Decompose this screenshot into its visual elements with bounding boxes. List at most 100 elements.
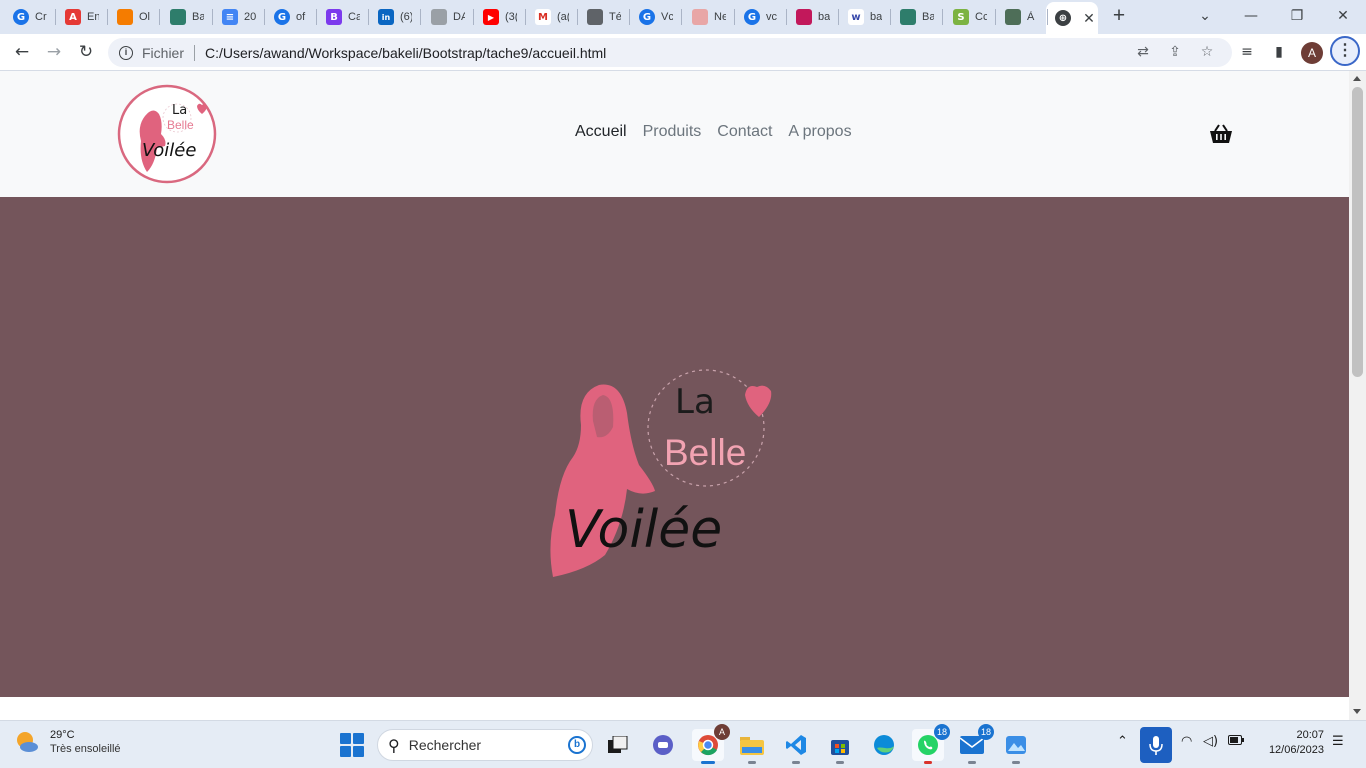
share-icon[interactable]: ⇪ [1164,38,1186,67]
start-button[interactable] [340,733,364,757]
tab-title: En [87,11,99,23]
mail-icon[interactable]: 18 [956,724,994,764]
tab-title: of [296,11,306,23]
address-bar[interactable]: i Fichier C:/Users/awand/Workspace/bakel… [108,38,1232,67]
brand-logo[interactable]: La Belle Voilée [117,84,217,184]
tab-13[interactable]: G Vc [630,3,680,31]
cloud-icon [117,9,133,25]
tab-title: Té [609,11,621,23]
tab-1[interactable]: G Cr [4,3,54,31]
close-tab-icon[interactable]: ✕ [1081,10,1097,27]
clock-date: 12/06/2023 [1268,744,1324,756]
tab-title: Ne [714,11,726,23]
vscode-indicator [792,761,800,764]
tab-2[interactable]: A En [56,3,106,31]
whatsapp-icon[interactable]: 18 [912,724,950,764]
profile-avatar[interactable]: A [1301,42,1323,64]
tab-9[interactable]: DA [422,3,472,31]
media-controls-icon[interactable]: ≡ [1236,41,1258,63]
chrome-profile-badge: A [714,724,730,740]
volume-icon[interactable]: ◁) [1203,734,1218,749]
tag-icon [796,9,812,25]
translate-icon[interactable]: ⇄ [1132,38,1154,67]
google-icon: G [639,9,655,25]
tab-11[interactable]: M (a( [526,3,576,31]
photos-icon[interactable] [1000,729,1032,764]
tab-8[interactable]: in (6) [369,3,419,31]
google-icon: G [274,9,290,25]
globe-icon: ⊕ [1055,10,1071,26]
weather-widget[interactable]: 29°C Très ensoleillé [14,729,121,755]
restore-button[interactable]: ❐ [1284,4,1310,28]
chrome-menu-button[interactable]: ⋮ [1330,36,1360,66]
tab-active[interactable]: ⊕ ✕ [1046,2,1098,34]
back-button[interactable]: ← [10,40,34,64]
chrome-icon[interactable]: A [692,724,730,764]
tab-19[interactable]: S Cc [944,3,994,31]
page-viewport: La Belle Voilée Accueil Produits Contact A … [0,71,1366,720]
hero-brand-logo: La Belle Voilée [550,369,772,577]
page-scrollbar[interactable] [1349,71,1366,720]
tab-title: DA [453,11,465,23]
tab-15[interactable]: Gvc [735,3,785,31]
wix-icon: w [848,9,864,25]
bing-icon[interactable]: b [568,736,586,754]
tab-16[interactable]: ba [787,3,837,31]
nav-link-produits[interactable]: Produits [643,123,702,141]
tree-icon [1005,9,1021,25]
minimize-button[interactable]: — [1238,4,1264,28]
scroll-down-icon[interactable] [1353,709,1361,714]
wifi-icon[interactable]: ◠ [1181,734,1192,749]
bookmark-star-icon[interactable]: ☆ [1196,38,1218,67]
nav-link-accueil[interactable]: Accueil [575,123,627,141]
nav-link-contact[interactable]: Contact [717,123,772,141]
tray-overflow-chevron-icon[interactable]: ⌃ [1117,734,1128,749]
tab-20[interactable]: À [996,3,1046,31]
tab-title: (3( [505,11,517,23]
tab-title: Cr [35,11,47,23]
tab-6[interactable]: Gof [265,3,315,31]
tab-14[interactable]: Ne [683,3,733,31]
tab-7[interactable]: B Ca [317,3,367,31]
address-url[interactable]: C:/Users/awand/Workspace/bakeli/Bootstra… [205,45,606,61]
site-info-icon[interactable]: i [119,45,133,60]
tab-5[interactable]: ≡ 20 [213,3,263,31]
tab-18[interactable]: Ba [891,3,941,31]
basket-icon[interactable] [1209,123,1233,145]
system-clock[interactable]: 20:07 12/06/2023 [1252,729,1324,756]
tab-12[interactable]: Té [578,3,628,31]
scroll-up-icon[interactable] [1353,76,1361,81]
battery-icon[interactable] [1228,734,1244,749]
nav-link-a-propos[interactable]: A propos [788,123,851,141]
tab-title: (6) [400,11,412,23]
clock-time: 20:07 [1296,729,1324,741]
tab-search-dropdown-icon[interactable]: ⌄ [1192,4,1218,28]
file-explorer-icon[interactable] [736,729,768,764]
tab-10[interactable]: ▶ (3( [474,3,524,31]
forward-button[interactable]: → [42,40,66,64]
whatsapp-badge: 18 [933,724,950,740]
scrollbar-thumb[interactable] [1352,87,1363,377]
voice-access-mic-button[interactable] [1140,727,1172,763]
side-panel-icon[interactable]: ▮ [1268,41,1290,63]
tab-17[interactable]: w ba [839,3,889,31]
store-icon[interactable] [824,729,856,764]
taskbar-search[interactable]: ⚲ Rechercher b [377,729,593,761]
tab-4[interactable]: Ba [161,3,211,31]
new-tab-button[interactable]: + [1108,5,1130,27]
vscode-icon[interactable] [780,729,812,764]
notification-center-icon[interactable]: ☰ [1332,734,1344,749]
tab-separator [420,9,421,25]
explorer-indicator [748,761,756,764]
task-view-icon[interactable] [602,729,634,761]
teams-chat-icon[interactable] [647,729,679,761]
tab-title: Ba [192,11,204,23]
close-window-button[interactable]: ✕ [1330,4,1356,28]
reload-button[interactable]: ↻ [74,40,98,64]
tab-title: vc [766,11,777,23]
main-nav: Accueil Produits Contact A propos [575,123,868,141]
tab-3[interactable]: Ol [108,3,158,31]
edge-icon[interactable] [868,729,900,761]
tab-separator [942,9,943,25]
mail-indicator [968,761,976,764]
